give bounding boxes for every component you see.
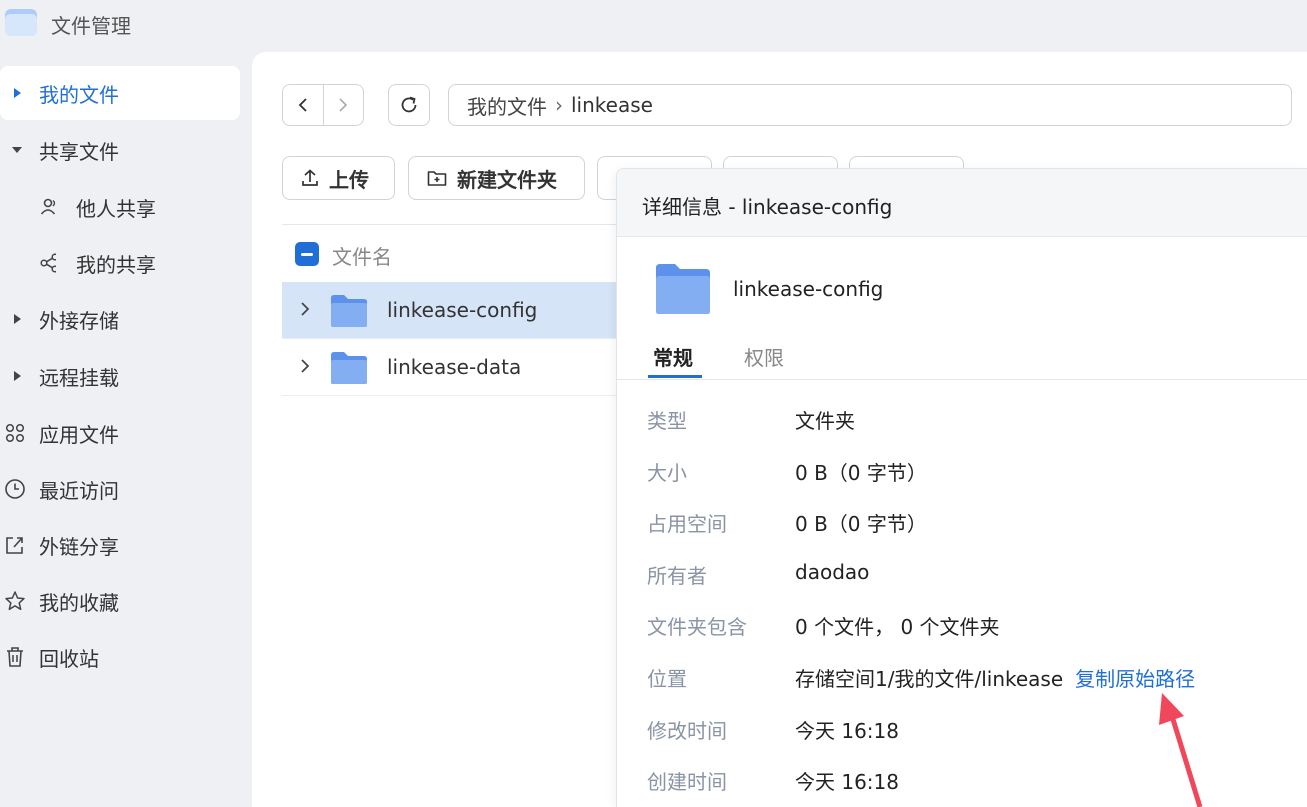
users-icon	[40, 196, 56, 218]
list-header: 文件名	[282, 226, 616, 282]
column-header-name[interactable]: 文件名	[332, 241, 392, 270]
new-folder-icon	[427, 169, 447, 187]
tab-permissions[interactable]: 权限	[744, 342, 784, 371]
prop-value-wrap: 存储空间1/我的文件/linkease 复制原始路径	[795, 663, 1195, 692]
prop-key: 创建时间	[647, 770, 727, 794]
prop-value: 今天 16:18	[795, 719, 899, 743]
folder-app-icon	[5, 9, 37, 36]
history-nav	[282, 84, 364, 126]
list-divider	[282, 224, 616, 225]
app-title: 文件管理	[51, 14, 131, 38]
sidebar-item-shared-files[interactable]: 共享文件	[0, 123, 240, 177]
back-button[interactable]	[283, 85, 323, 125]
tab-indicator	[648, 375, 702, 378]
sidebar: 我的文件 共享文件 他人共享 我的共享 外接存储 远程挂载 应用文件 最近访问 …	[0, 52, 248, 807]
select-all-checkbox[interactable]	[295, 242, 319, 266]
file-name: linkease-data	[387, 355, 522, 379]
path-bar[interactable]: 我的文件 › linkease	[448, 84, 1292, 126]
prop-key: 所有者	[647, 564, 707, 588]
prop-type: 类型 文件夹	[617, 399, 1307, 439]
caret-right-icon	[9, 308, 25, 330]
external-share-icon	[4, 534, 26, 556]
chevron-right-icon	[339, 98, 348, 112]
prop-value: 今天 16:18	[795, 770, 899, 794]
detail-file-name: linkease-config	[733, 277, 884, 301]
sidebar-item-trash[interactable]: 回收站	[0, 630, 240, 684]
file-name: linkease-config	[387, 298, 538, 322]
prop-value: 0 B（0 字节）	[795, 512, 927, 536]
caret-right-icon	[9, 365, 25, 387]
forward-button[interactable]	[322, 85, 363, 125]
sidebar-item-label: 最近访问	[39, 478, 119, 503]
sidebar-item-label: 远程挂载	[39, 365, 119, 390]
prop-value: 0 个文件， 0 个文件夹	[795, 615, 1000, 639]
sidebar-item-my-files[interactable]: 我的文件	[0, 66, 240, 120]
sidebar-item-label: 外链分享	[39, 534, 119, 559]
sidebar-item-label: 他人共享	[76, 196, 156, 221]
detail-title: 详细信息 - linkease-config	[642, 195, 893, 219]
sidebar-item-label: 回收站	[39, 646, 99, 671]
tab-general[interactable]: 常规	[653, 342, 693, 371]
detail-header: 详细信息 - linkease-config	[617, 169, 1307, 237]
prop-key: 类型	[647, 409, 687, 433]
chevron-right-icon[interactable]	[300, 356, 314, 376]
chevron-right-icon[interactable]	[300, 299, 314, 319]
chevron-left-icon	[298, 98, 307, 112]
prop-key: 占用空间	[647, 512, 727, 536]
upload-label: 上传	[329, 167, 369, 192]
prop-value: 0 B（0 字节）	[795, 461, 927, 485]
sidebar-item-others-shared[interactable]: 他人共享	[0, 180, 240, 234]
sidebar-item-label: 我的收藏	[39, 590, 119, 615]
sidebar-item-label: 我的文件	[39, 82, 119, 107]
refresh-button[interactable]	[388, 84, 430, 126]
new-folder-button[interactable]: 新建文件夹	[408, 156, 585, 200]
breadcrumb-root[interactable]: 我的文件	[467, 91, 547, 120]
prop-key: 修改时间	[647, 719, 727, 743]
sidebar-item-label: 我的共享	[76, 252, 156, 277]
annotation-arrow-icon	[1159, 693, 1203, 807]
prop-disk-usage: 占用空间 0 B（0 字节）	[617, 502, 1307, 542]
clock-icon	[4, 478, 26, 500]
copy-path-link[interactable]: 复制原始路径	[1075, 667, 1195, 691]
sidebar-item-label: 共享文件	[39, 139, 119, 164]
sidebar-item-label: 外接存储	[39, 308, 119, 333]
prop-key: 文件夹包含	[647, 615, 747, 639]
sidebar-item-recent[interactable]: 最近访问	[0, 462, 240, 516]
apps-icon	[4, 422, 26, 444]
prop-key: 位置	[647, 667, 687, 691]
file-row[interactable]: linkease-config	[282, 282, 616, 339]
upload-button[interactable]: 上传	[282, 156, 395, 200]
prop-size: 大小 0 B（0 字节）	[617, 451, 1307, 491]
breadcrumb-separator: ›	[555, 93, 563, 117]
breadcrumb-current[interactable]: linkease	[571, 93, 653, 117]
sidebar-item-external-links[interactable]: 外链分享	[0, 518, 240, 572]
prop-contents: 文件夹包含 0 个文件， 0 个文件夹	[617, 605, 1307, 645]
share-icon	[40, 252, 56, 274]
sidebar-item-favorites[interactable]: 我的收藏	[0, 574, 240, 628]
sidebar-item-remote-mount[interactable]: 远程挂载	[0, 349, 240, 403]
caret-right-icon	[9, 82, 25, 104]
star-icon	[4, 590, 26, 612]
app-header: 文件管理	[0, 0, 1307, 52]
sidebar-item-label: 应用文件	[39, 422, 119, 447]
refresh-icon	[401, 96, 417, 113]
folder-icon	[656, 264, 710, 314]
new-folder-label: 新建文件夹	[457, 167, 557, 192]
folder-icon	[331, 352, 367, 384]
sidebar-item-external-storage[interactable]: 外接存储	[0, 292, 240, 346]
upload-icon	[301, 169, 319, 187]
tab-divider	[617, 379, 1307, 380]
prop-value: 文件夹	[795, 409, 855, 433]
file-row[interactable]: linkease-data	[282, 339, 616, 396]
sidebar-item-my-shares[interactable]: 我的共享	[0, 236, 240, 290]
trash-icon	[4, 646, 26, 668]
folder-icon	[331, 295, 367, 327]
prop-value: daodao	[795, 560, 870, 584]
sidebar-item-app-files[interactable]: 应用文件	[0, 406, 240, 460]
prop-key: 大小	[647, 461, 687, 485]
prop-value: 存储空间1/我的文件/linkease	[795, 667, 1064, 691]
prop-owner: 所有者 daodao	[617, 554, 1307, 594]
caret-down-icon	[9, 139, 25, 161]
